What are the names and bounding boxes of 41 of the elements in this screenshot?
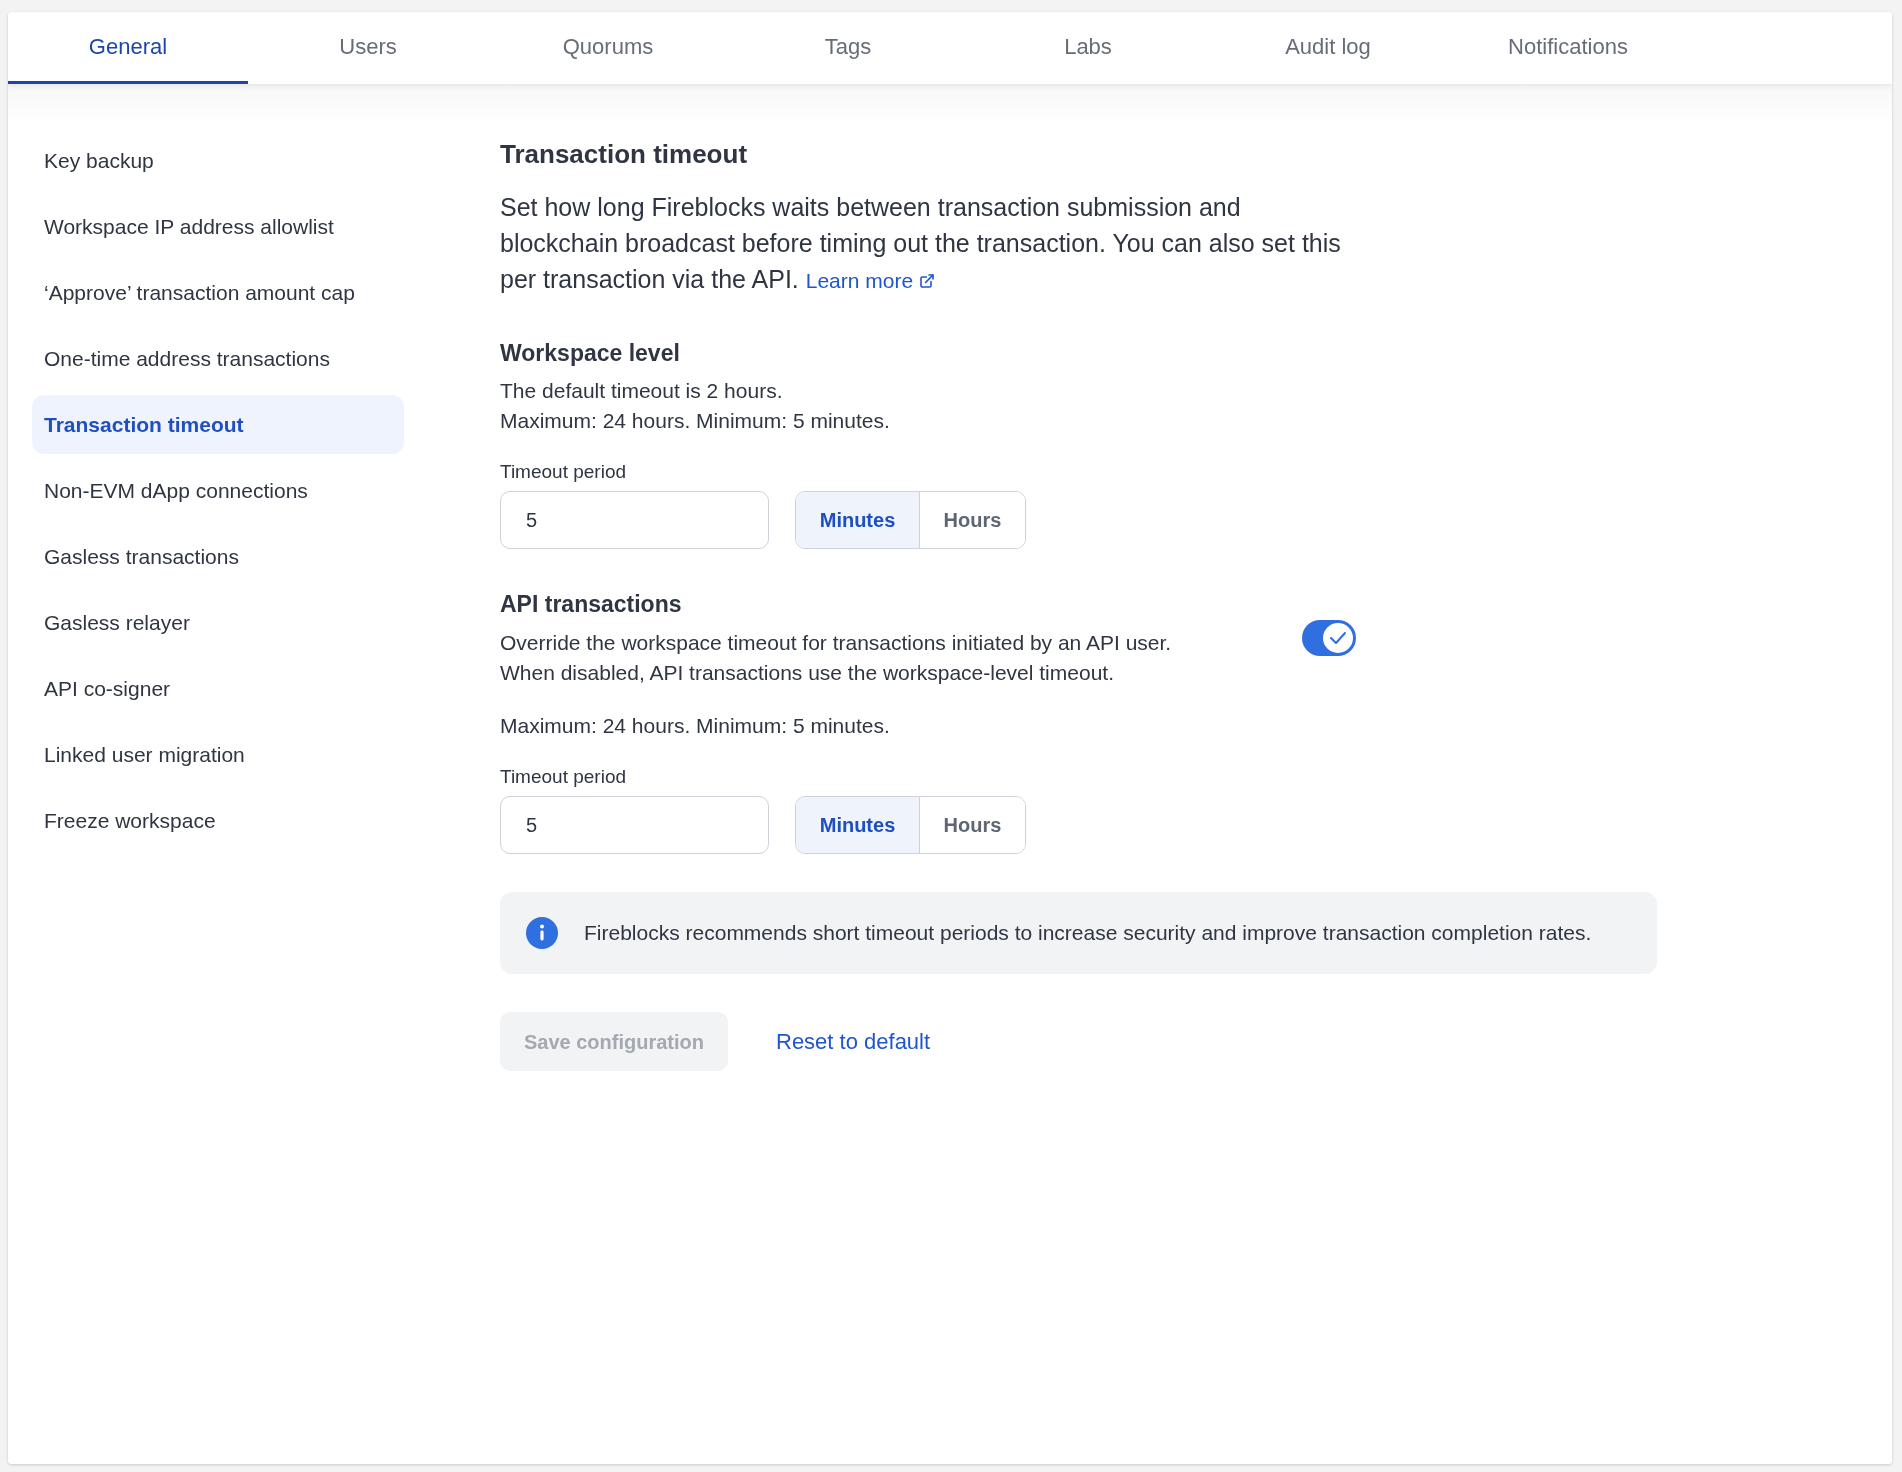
- toggle-switch[interactable]: [1302, 620, 1356, 656]
- field-label: Timeout period: [500, 460, 627, 484]
- tab[interactable]: Notifications: [1448, 12, 1688, 84]
- sidebar-item[interactable]: Gasless relayer: [32, 593, 404, 652]
- banner-text: Fireblocks recommends short timeout periods to increase security and improve transaction completion rates.: [584, 920, 1592, 947]
- sidebar-item[interactable]: Non-EVM dApp connections: [32, 461, 404, 520]
- unit-toggle-button[interactable]: Hours: [919, 797, 1025, 853]
- subsection-heading: Workspace level: [500, 339, 680, 368]
- sidebar-item[interactable]: Workspace IP address allowlist: [32, 197, 404, 256]
- sidebar-item[interactable]: One-time address transactions: [32, 329, 404, 388]
- tab[interactable]: Users: [248, 12, 488, 84]
- sidebar-item[interactable]: API co-signer: [32, 659, 404, 718]
- reset-to-default-link[interactable]: Reset to default: [776, 1025, 931, 1058]
- sidebar-item[interactable]: Freeze workspace: [32, 791, 404, 850]
- info-icon: [526, 917, 558, 949]
- info-text: Override the workspace timeout for transactions initiated by an API user.: [500, 630, 1172, 656]
- section-title: Transaction timeout: [500, 138, 748, 171]
- sidebar-item[interactable]: Gasless transactions: [32, 527, 404, 586]
- info-text: The default timeout is 2 hours.: [500, 378, 783, 404]
- sidebar-item[interactable]: Transaction timeout: [32, 395, 404, 454]
- info-text: Maximum: 24 hours. Minimum: 5 minutes.: [500, 713, 890, 739]
- sidebar-item[interactable]: ‘Approve’ transaction amount cap: [32, 263, 404, 322]
- tab[interactable]: Tags: [728, 12, 968, 84]
- external-link-icon: [919, 273, 936, 289]
- check-icon: [1329, 631, 1347, 645]
- unit-toggle-button[interactable]: Minutes: [796, 797, 919, 853]
- tab[interactable]: Quorums: [488, 12, 728, 84]
- tab[interactable]: Labs: [968, 12, 1208, 84]
- section-description: Set how long Fireblocks waits between transaction submission and blockchain broadcast before timing out the transaction. You can also set this per transaction via the API. Learn more: [500, 189, 1360, 299]
- tab[interactable]: Audit log: [1208, 12, 1448, 84]
- unit-toggle-button[interactable]: Hours: [919, 492, 1025, 548]
- subsection-heading: API transactions: [500, 590, 682, 619]
- learn-more-link[interactable]: Learn more: [805, 263, 936, 299]
- timeout-input[interactable]: 5: [500, 796, 769, 854]
- info-text: Maximum: 24 hours. Minimum: 5 minutes.: [500, 408, 890, 434]
- unit-toggle-button[interactable]: Minutes: [796, 492, 919, 548]
- info-text: When disabled, API transactions use the workspace-level timeout.: [500, 660, 1114, 686]
- sidebar-item[interactable]: Key backup: [32, 131, 404, 190]
- timeout-input[interactable]: 5: [500, 491, 769, 549]
- field-label: Timeout period: [500, 765, 627, 789]
- sidebar-item[interactable]: Linked user migration: [32, 725, 404, 784]
